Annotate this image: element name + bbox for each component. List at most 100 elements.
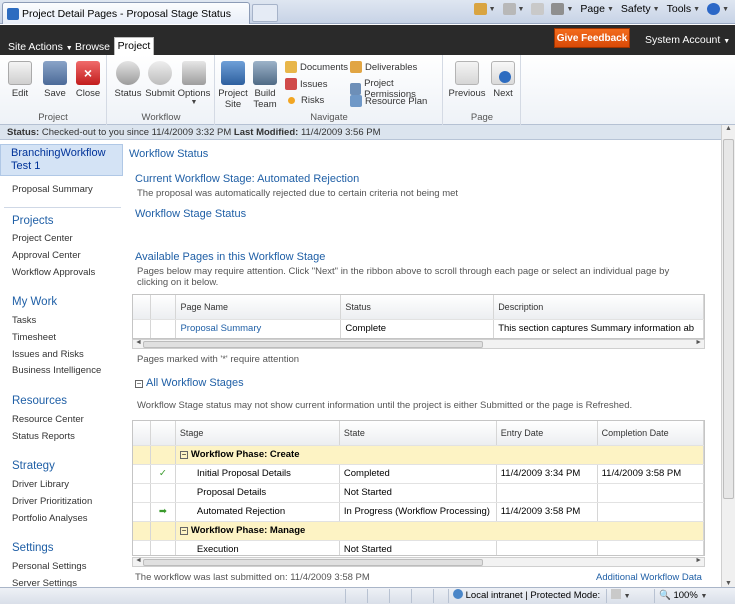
stages-horizontal-scrollbar[interactable]: ◄ ► [132, 557, 705, 567]
state-header[interactable]: State [339, 421, 497, 446]
nav-item-current-project[interactable]: BranchingWorkflow Test 1 [0, 144, 123, 176]
next-icon [491, 61, 515, 85]
site-actions-menu[interactable]: Site Actions ▼ [8, 41, 73, 53]
next-button[interactable]: Next [486, 59, 520, 99]
nav-item-personal-settings[interactable]: Personal Settings [12, 561, 86, 572]
nav-item-proposal-summary[interactable]: Proposal Summary [12, 184, 93, 195]
nav-heading-my-work[interactable]: My Work [12, 296, 57, 308]
row-selector[interactable] [133, 540, 151, 555]
status-header[interactable]: Status [340, 295, 495, 320]
collapse-icon[interactable]: − [179, 527, 188, 535]
workflow-status-button[interactable]: Status [111, 59, 145, 99]
nav-item-portfolio-analyses[interactable]: Portfolio Analyses [12, 513, 88, 524]
description-header[interactable]: Description [493, 295, 704, 320]
stage-cell: Automated Rejection [175, 502, 340, 522]
page-vertical-scrollbar[interactable]: ▲ ▼ [721, 125, 735, 587]
nav-item-server-settings[interactable]: Server Settings [12, 578, 77, 587]
all-workflow-stages-toggle[interactable]: − All Workflow Stages [135, 377, 244, 389]
stages-grid: Stage State Entry Date Completion Date −… [132, 420, 705, 556]
tab-browse[interactable]: Browse [75, 41, 110, 53]
site-actions-label: Site Actions [8, 41, 63, 53]
chevron-down-icon: ▼ [723, 38, 731, 45]
security-zone[interactable]: Local intranet | Protected Mode: Off [448, 589, 606, 603]
nav-heading-settings[interactable]: Settings [12, 542, 54, 554]
page-name-header[interactable]: Page Name [175, 295, 342, 320]
nav-heading-strategy[interactable]: Strategy [12, 460, 55, 472]
nav-item-status-reports[interactable]: Status Reports [12, 431, 75, 442]
issues-link[interactable]: Issues [285, 78, 327, 90]
give-feedback-button[interactable]: Give Feedback [554, 28, 630, 48]
browser-tab[interactable]: Project Detail Pages - Proposal Stage St… [2, 2, 250, 24]
help-button[interactable]: ▼ [707, 3, 729, 15]
zoom-control[interactable]: 🔍 100% ▼ [654, 589, 714, 603]
submit-button[interactable]: Submit [143, 59, 177, 99]
table-row[interactable]: Proposal Summary Complete This section c… [133, 319, 704, 338]
new-tab-button[interactable] [252, 4, 278, 22]
previous-button[interactable]: Previous [448, 59, 486, 99]
nav-item-driver-prioritization[interactable]: Driver Prioritization [12, 496, 92, 507]
nav-heading-projects[interactable]: Projects [12, 215, 54, 227]
deliverables-link[interactable]: Deliverables [350, 61, 417, 73]
page-status-cell: Complete [340, 319, 495, 338]
nav-item-tasks[interactable]: Tasks [12, 315, 36, 326]
build-team-button[interactable]: Build Team [248, 59, 282, 110]
save-button[interactable]: Save [38, 59, 72, 99]
edit-button[interactable]: Edit [3, 59, 37, 99]
account-menu[interactable]: System Account ▼ [645, 34, 730, 46]
stages-table: Stage State Entry Date Completion Date −… [133, 421, 704, 555]
nav-item-driver-library[interactable]: Driver Library [12, 479, 69, 490]
print-button[interactable]: ▼ [551, 3, 573, 15]
page-menu[interactable]: Page ▼ [580, 3, 613, 15]
row-selector[interactable] [133, 521, 151, 541]
tab-project[interactable]: Project [114, 37, 154, 56]
close-button[interactable]: × Close [71, 59, 105, 99]
nav-item-issues-and-risks[interactable]: Issues and Risks [12, 349, 84, 360]
nav-item-project-center[interactable]: Project Center [12, 233, 73, 244]
feeds-button[interactable]: ▼ [502, 3, 524, 15]
table-row[interactable]: Proposal Details Not Started [133, 483, 704, 503]
completion-date-header[interactable]: Completion Date [597, 421, 704, 446]
project-site-button[interactable]: Project Site [216, 59, 250, 110]
stage-header[interactable]: Stage [175, 421, 340, 446]
nav-item-approval-center[interactable]: Approval Center [12, 250, 81, 261]
home-button[interactable]: ▼ [473, 3, 496, 15]
nav-item-timesheet[interactable]: Timesheet [12, 332, 56, 343]
tools-menu[interactable]: Tools ▼ [667, 3, 700, 15]
collapse-icon[interactable]: − [135, 380, 143, 388]
scrollbar-thumb[interactable] [143, 559, 483, 566]
scrollbar-thumb[interactable] [143, 341, 483, 348]
scroll-left-icon[interactable]: ◄ [135, 339, 142, 346]
scroll-left-icon[interactable]: ◄ [135, 557, 142, 564]
row-selector[interactable] [133, 445, 151, 465]
nav-item-resource-center[interactable]: Resource Center [12, 414, 84, 425]
additional-workflow-data-link[interactable]: Additional Workflow Data [596, 572, 702, 583]
table-row[interactable]: ➡ Automated Rejection In Progress (Workf… [133, 502, 704, 522]
documents-link[interactable]: Documents [285, 61, 348, 73]
phase-row-create[interactable]: − Workflow Phase: Create [133, 445, 704, 465]
collapse-icon[interactable]: − [179, 451, 188, 459]
table-row[interactable]: ✓ Initial Proposal Details Completed 11/… [133, 464, 704, 484]
risks-link[interactable]: Risks [285, 95, 324, 106]
read-mail-button[interactable] [531, 3, 545, 15]
nav-heading-resources[interactable]: Resources [12, 395, 67, 407]
scrollbar-thumb[interactable] [723, 139, 734, 499]
scroll-right-icon[interactable]: ► [695, 339, 702, 346]
page-name-link[interactable]: Proposal Summary [175, 319, 342, 338]
entry-date-header[interactable]: Entry Date [496, 421, 598, 446]
nav-item-business-intelligence[interactable]: Business Intelligence [12, 365, 101, 376]
table-row[interactable]: Execution Not Started [133, 540, 704, 555]
scroll-down-icon[interactable]: ▼ [725, 580, 732, 587]
row-selector[interactable] [133, 502, 151, 522]
protected-mode-button[interactable]: ▼ [606, 589, 654, 603]
nav-item-workflow-approvals[interactable]: Workflow Approvals [12, 267, 95, 278]
safety-menu[interactable]: Safety ▼ [621, 3, 660, 15]
resource-plan-link[interactable]: Resource Plan [350, 95, 427, 107]
options-button[interactable]: Options ▼ [177, 59, 211, 106]
pages-horizontal-scrollbar[interactable]: ◄ ► [132, 339, 705, 349]
row-selector[interactable] [133, 464, 151, 484]
row-selector[interactable] [133, 483, 151, 503]
phase-row-manage[interactable]: − Workflow Phase: Manage [133, 521, 704, 541]
row-selector[interactable] [133, 319, 152, 338]
scroll-up-icon[interactable]: ▲ [725, 125, 732, 132]
scroll-right-icon[interactable]: ► [695, 557, 702, 564]
